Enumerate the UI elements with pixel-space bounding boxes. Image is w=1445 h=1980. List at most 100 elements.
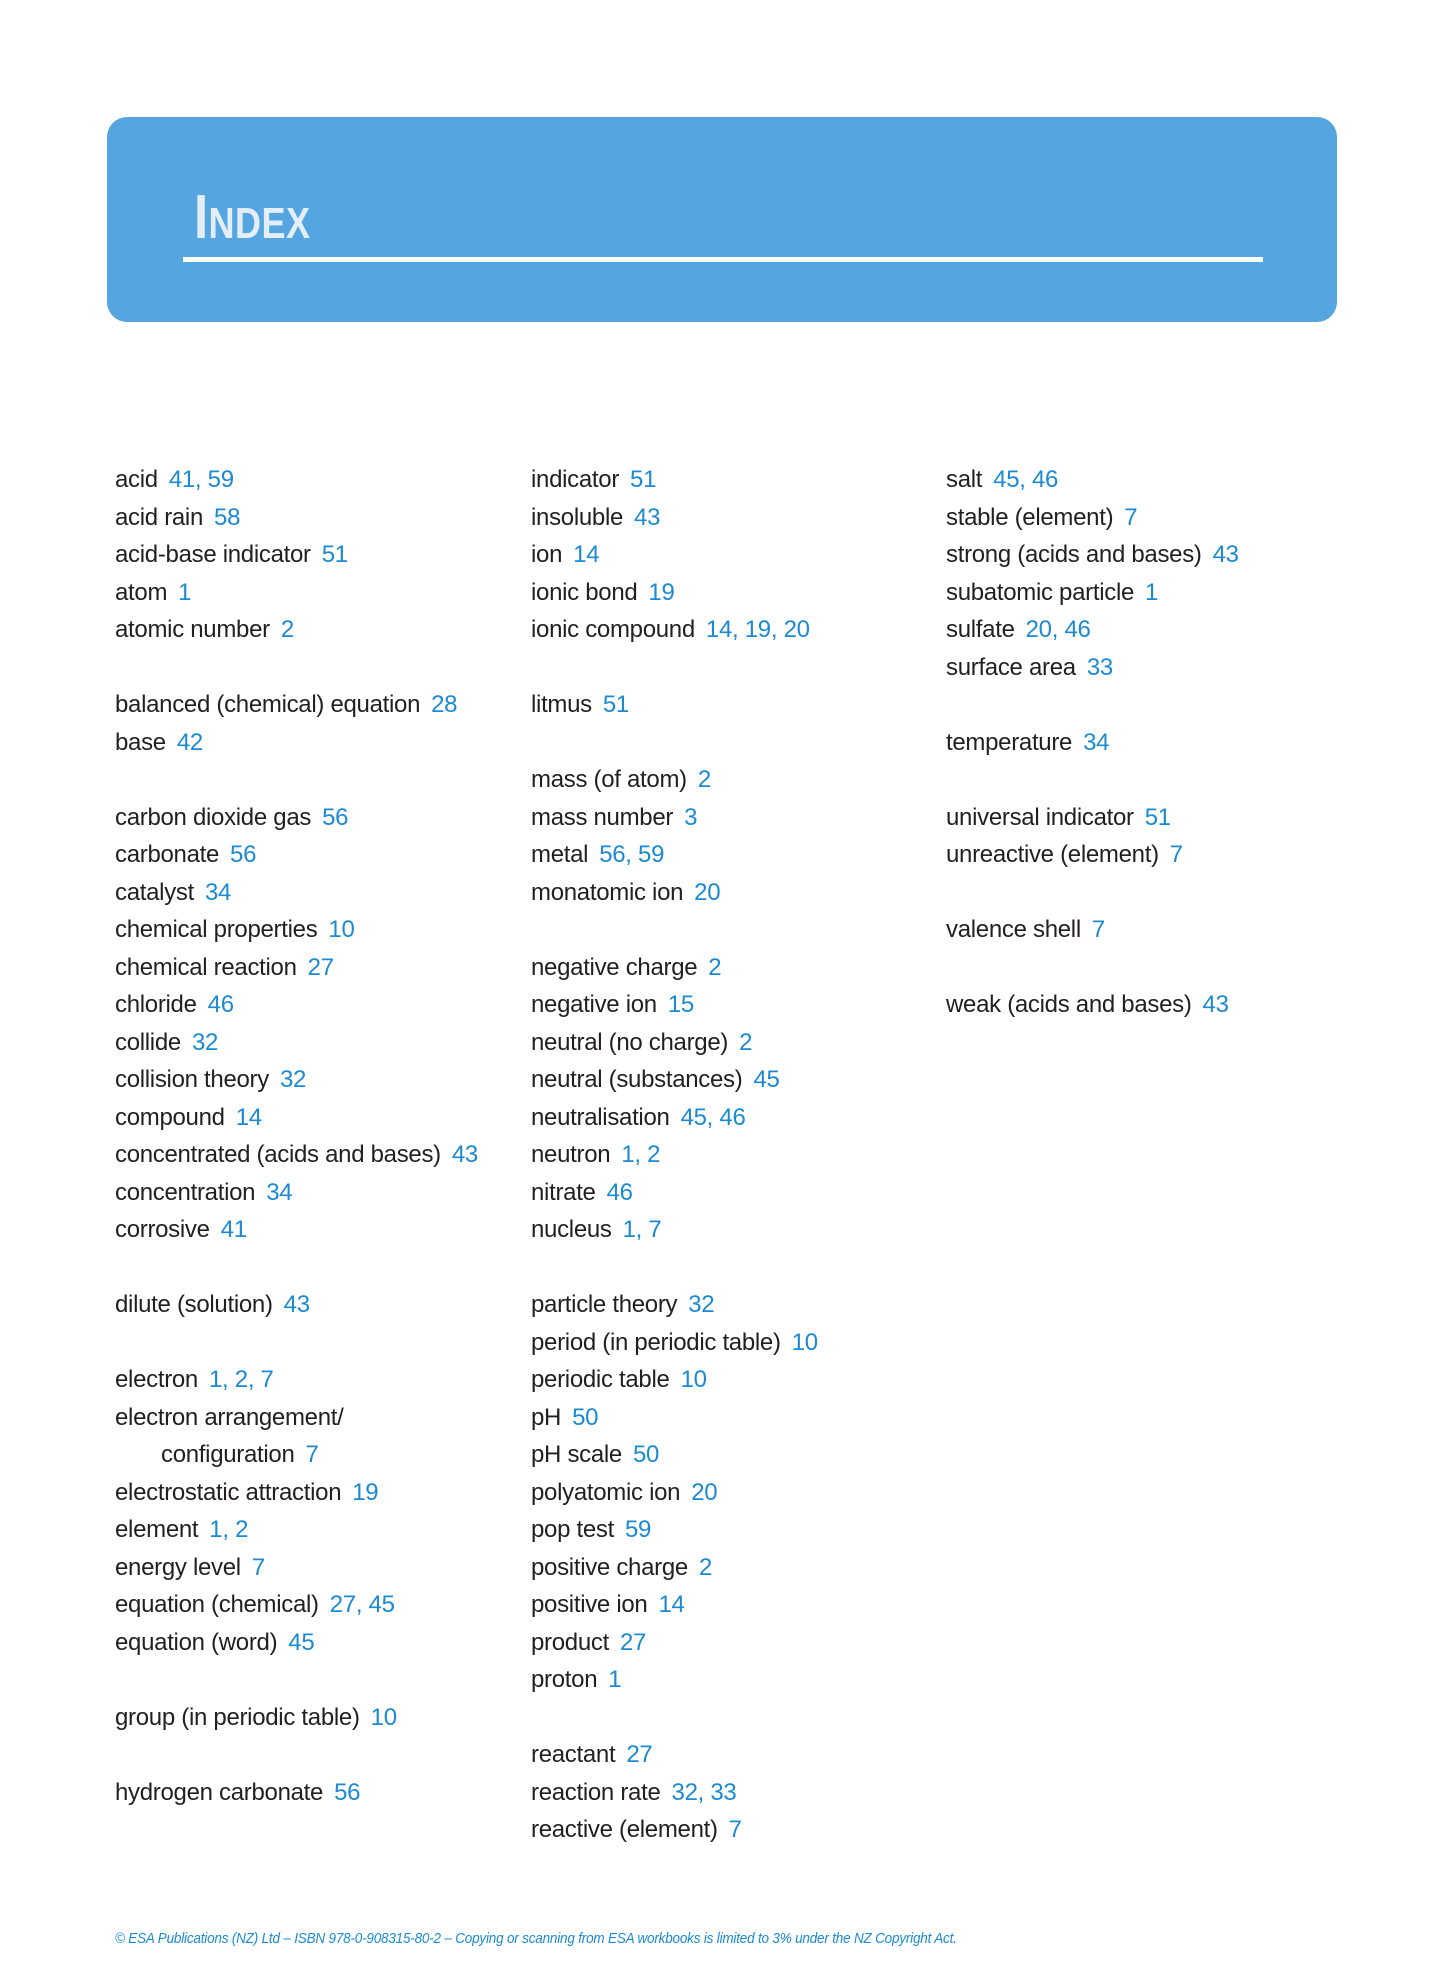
index-term: balanced (chemical) equation <box>115 691 421 718</box>
index-term: pH scale <box>531 1441 622 1468</box>
index-term: electron <box>115 1366 198 1393</box>
index-entry: weak (acids and bases) 43 <box>946 986 1356 1024</box>
page-title: Index <box>194 187 311 252</box>
index-term: dilute (solution) <box>115 1291 273 1318</box>
index-entry: surface area 33 <box>946 649 1356 687</box>
index-page-numbers: 2 <box>280 616 294 643</box>
index-entry: unreactive (element) 7 <box>946 836 1356 874</box>
index-entry: stable (element) 7 <box>946 499 1356 537</box>
index-spacer <box>946 686 1356 724</box>
index-entry: acid-base indicator 51 <box>115 536 525 574</box>
index-term: collision theory <box>115 1066 269 1093</box>
index-entry: neutral (no charge) 2 <box>531 1024 941 1062</box>
index-entry: neutral (substances) 45 <box>531 1061 941 1099</box>
index-term: group (in periodic table) <box>115 1703 360 1731</box>
index-page-numbers: 1 <box>608 1666 622 1693</box>
index-spacer <box>531 911 941 949</box>
index-entry: monatomic ion 20 <box>531 874 941 912</box>
index-page-numbers: 45, 46 <box>680 1103 746 1131</box>
index-term: chloride <box>115 991 197 1018</box>
index-entry: neutralisation 45, 46 <box>531 1099 941 1137</box>
index-term: nitrate <box>531 1178 596 1206</box>
index-entry: sulfate 20, 46 <box>946 611 1356 649</box>
index-page-numbers: 10 <box>791 1328 818 1356</box>
index-page-numbers: 43 <box>283 1291 310 1318</box>
index-page-numbers: 41 <box>220 1216 247 1243</box>
index-entry: subatomic particle 1 <box>946 574 1356 612</box>
index-term: valence shell <box>946 916 1081 943</box>
index-spacer <box>115 1324 525 1362</box>
index-page-numbers: 10 <box>680 1366 707 1393</box>
index-page-numbers: 27 <box>619 1628 647 1656</box>
index-spacer <box>115 1249 525 1287</box>
index-term: equation (word) <box>115 1628 278 1656</box>
index-term: temperature <box>946 728 1073 756</box>
index-column-1: acid 41, 59 acid rain 58 acid-base indicator… <box>115 461 525 1811</box>
index-page-numbers: 56 <box>322 803 349 831</box>
index-term: mass (of atom) <box>531 766 687 793</box>
index-page-numbers: 7 <box>1124 503 1138 531</box>
index-page-numbers: 27 <box>307 953 334 981</box>
index-entry: valence shell 7 <box>946 911 1356 949</box>
index-page-numbers: 10 <box>328 916 355 943</box>
index-term: product <box>531 1628 609 1656</box>
index-spacer <box>115 1661 525 1699</box>
index-spacer <box>115 649 525 687</box>
index-page-numbers: 10 <box>370 1703 397 1731</box>
index-term: nucleus <box>531 1216 612 1243</box>
index-page-numbers: 58 <box>214 503 241 531</box>
index-term: ionic compound <box>531 616 695 643</box>
index-page-numbers: 32 <box>279 1066 307 1093</box>
index-term: pop test <box>531 1516 614 1543</box>
index-entry: negative ion 15 <box>531 986 941 1024</box>
index-page-numbers: 14 <box>658 1591 685 1618</box>
index-term: acid <box>115 466 158 493</box>
index-entry: positive charge 2 <box>531 1549 941 1587</box>
index-page-numbers: 20, 46 <box>1025 616 1091 643</box>
index-page-numbers: 1, 7 <box>622 1216 662 1243</box>
index-page-numbers: 46 <box>606 1178 633 1206</box>
index-entry: energy level 7 <box>115 1549 525 1587</box>
index-page-numbers: 14, 19, 20 <box>705 616 810 643</box>
index-entry: group (in periodic table) 10 <box>115 1699 525 1737</box>
index-term: reaction rate <box>531 1778 661 1806</box>
index-term: period (in periodic table) <box>531 1328 781 1356</box>
index-page-numbers: 1 <box>1145 578 1159 606</box>
index-term: base <box>115 728 166 756</box>
index-term: particle theory <box>531 1291 678 1318</box>
index-spacer <box>531 724 941 762</box>
copyright-footer: © ESA Publications (NZ) Ltd – ISBN 978-0… <box>115 1931 957 1947</box>
index-page-numbers: 51 <box>602 691 629 718</box>
index-entry: reactive (element) 7 <box>531 1811 941 1849</box>
page-title-initial: I <box>194 183 209 252</box>
index-term: atomic number <box>115 616 270 643</box>
index-page-numbers: 34 <box>266 1178 293 1206</box>
index-column-2: indicator 51 insoluble 43 ion 14 ionic bond 19 i… <box>531 461 941 1849</box>
index-term: unreactive (element) <box>946 841 1159 868</box>
index-page-numbers: 2 <box>698 1553 712 1581</box>
index-page-numbers: 32 <box>191 1028 219 1056</box>
index-entry: carbon dioxide gas 56 <box>115 799 525 837</box>
index-term: indicator <box>531 466 620 493</box>
index-term: universal indicator <box>946 803 1134 831</box>
index-term: ionic bond <box>531 578 638 606</box>
index-entry: ionic bond 19 <box>531 574 941 612</box>
index-entry: reactant 27 <box>531 1736 941 1774</box>
index-page-numbers: 50 <box>632 1441 660 1468</box>
index-entry: ion 14 <box>531 536 941 574</box>
index-page-numbers: 33 <box>1086 653 1113 681</box>
index-term: acid-base indicator <box>115 541 311 568</box>
index-entry: electron 1, 2, 7 <box>115 1361 525 1399</box>
index-term: surface area <box>946 653 1076 681</box>
index-entry: chloride 46 <box>115 986 525 1024</box>
index-page-numbers: 20 <box>694 878 721 906</box>
index-entry: catalyst 34 <box>115 874 525 912</box>
index-entry: electron arrangement/ <box>115 1399 525 1437</box>
index-term: neutral (no charge) <box>531 1028 729 1056</box>
index-page-numbers: 56, 59 <box>599 841 665 868</box>
index-entry: strong (acids and bases) 43 <box>946 536 1356 574</box>
page-title-rest: ndex <box>208 199 311 248</box>
index-term: carbonate <box>115 841 220 868</box>
index-page-numbers: 14 <box>573 541 600 568</box>
index-page-numbers: 42 <box>176 728 203 756</box>
